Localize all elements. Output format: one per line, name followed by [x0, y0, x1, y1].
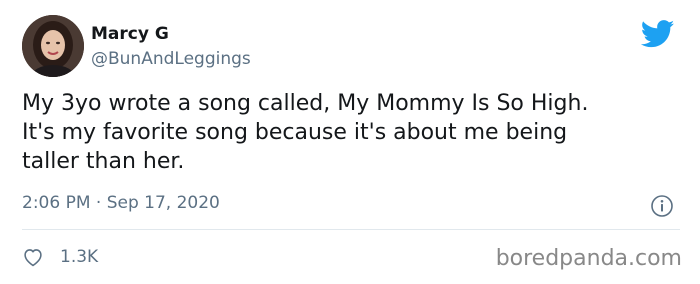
tweet-timestamp[interactable]: 2:06 PM · Sep 17, 2020 [22, 193, 220, 213]
heart-icon[interactable] [22, 246, 44, 268]
tweet-text: My 3yo wrote a song called, My Mommy Is … [22, 91, 589, 174]
like-count: 1.3K [60, 247, 99, 267]
info-icon[interactable] [650, 194, 674, 218]
watermark: boredpanda.com [495, 246, 682, 271]
tweet-card: Marcy G @BunAndLeggings My 3yo wrote a s… [0, 0, 700, 284]
author-handle[interactable]: @BunAndLeggings [91, 49, 251, 69]
twitter-bird-icon[interactable] [641, 20, 675, 48]
like-button[interactable]: 1.3K [22, 245, 98, 269]
author-display-name[interactable]: Marcy G [91, 24, 169, 44]
divider [22, 229, 680, 230]
avatar[interactable] [22, 15, 84, 77]
